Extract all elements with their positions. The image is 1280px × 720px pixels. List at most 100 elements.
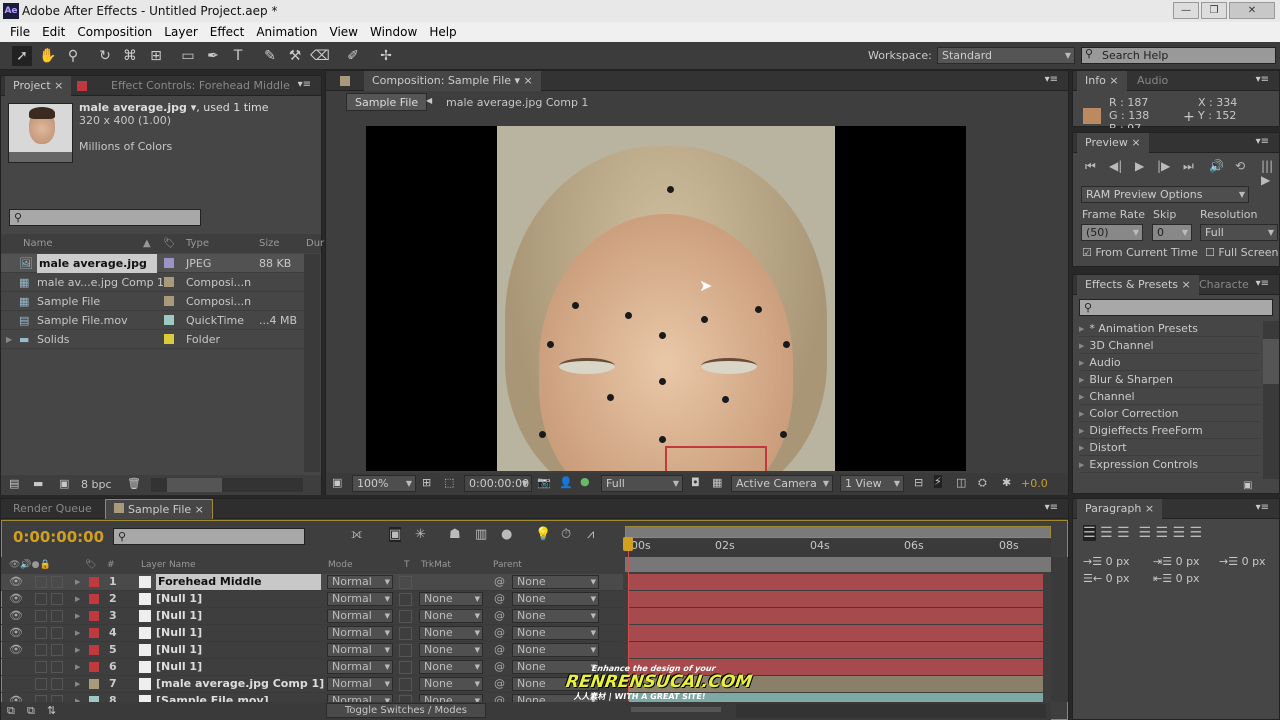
expand-arrow-icon[interactable]: ▶ (75, 608, 80, 624)
layer-duration-bar[interactable] (629, 625, 1043, 641)
last-frame-icon[interactable]: ⏭ (1183, 159, 1194, 174)
timeline-icon[interactable]: ◫ (956, 476, 966, 489)
layer-mode-select[interactable]: Normal (327, 626, 393, 640)
tab-preview[interactable]: Preview × (1077, 133, 1149, 153)
layer-label-color[interactable] (89, 679, 99, 689)
layer-mode-select[interactable]: Normal (327, 643, 393, 657)
layer-mode-select[interactable]: Normal (327, 592, 393, 606)
parent-select[interactable]: None (512, 643, 599, 657)
pen-tool-icon[interactable]: ✒ (203, 46, 223, 66)
panel-menu-icon[interactable]: ▾≡ (298, 79, 311, 90)
justify-all-icon[interactable]: ☰ (1190, 525, 1203, 541)
flowchart-icon[interactable]: ⛭ (978, 476, 987, 490)
camera-select[interactable]: Active Camera (731, 475, 833, 492)
menu-window[interactable]: Window (364, 22, 423, 42)
current-time-indicator[interactable] (623, 537, 633, 551)
preserve-transparency-switch[interactable] (399, 661, 412, 674)
effect-category[interactable]: 3D Channel (1079, 337, 1259, 354)
eye-icon[interactable]: 👁 (9, 574, 23, 590)
new-folder-icon[interactable]: ▬ (33, 477, 43, 490)
eye-icon[interactable]: 👁 (9, 642, 23, 658)
effect-category[interactable]: Color Correction (1079, 405, 1259, 422)
eraser-tool-icon[interactable]: ⌫ (310, 46, 330, 66)
effect-category[interactable]: Audio (1079, 354, 1259, 371)
solo-switch[interactable] (35, 610, 47, 622)
indent-first-line[interactable]: →☰ 0 px (1219, 555, 1266, 568)
tab-audio[interactable]: Audio (1129, 71, 1176, 91)
effect-category[interactable]: Channel (1079, 388, 1259, 405)
ram-preview-options-select[interactable]: RAM Preview Options (1081, 186, 1249, 203)
timeline-scrollbar[interactable] (1051, 557, 1068, 702)
layer-duration-bar[interactable] (629, 642, 1043, 658)
solo-switch[interactable] (35, 644, 47, 656)
column-mode[interactable]: Mode (328, 557, 353, 574)
magnification-select[interactable]: 100% (352, 475, 416, 492)
hand-tool-icon[interactable]: ✋ (38, 46, 58, 66)
menu-edit[interactable]: Edit (36, 22, 71, 42)
lock-switch[interactable] (51, 661, 63, 673)
panel-menu-icon[interactable]: ▾≡ (1256, 502, 1269, 513)
preserve-transparency-switch[interactable] (399, 593, 412, 606)
minimize-button[interactable]: — (1173, 2, 1199, 19)
eye-icon[interactable]: 👁 (9, 608, 23, 624)
layer-name[interactable]: Forehead Middle (156, 574, 321, 590)
search-help-input[interactable]: Search Help (1081, 47, 1276, 64)
menu-file[interactable]: File (4, 22, 36, 42)
audio-icon[interactable]: 🔊 (1209, 159, 1224, 173)
project-item[interactable]: ▤ Sample File.mov QuickTime ...4 MB (1, 311, 304, 330)
pick-whip-icon[interactable]: @ (494, 659, 505, 675)
label-color[interactable] (164, 258, 174, 268)
rectangle-tool-icon[interactable]: ▭ (178, 46, 198, 66)
layer-row[interactable]: 👁 ▶ 2 [Null 1] Normal None @ None (1, 591, 623, 608)
breadcrumb-comp[interactable]: male average.jpg Comp 1 (446, 96, 588, 109)
lock-switch[interactable] (51, 593, 63, 605)
column-trkmat[interactable]: TrkMat (421, 557, 451, 574)
parent-select[interactable]: None (512, 575, 599, 589)
track-matte-select[interactable]: None (419, 626, 483, 640)
tab-effects-presets[interactable]: Effects & Presets × (1077, 275, 1199, 295)
full-screen-checkbox[interactable]: ☐ Full Screen (1205, 246, 1278, 259)
layer-name[interactable]: [Null 1] (156, 608, 202, 624)
project-search-input[interactable]: ⚲ (9, 209, 201, 226)
lock-switch[interactable] (51, 678, 63, 690)
project-item[interactable]: ▶ ▬ Solids Folder (1, 330, 304, 349)
menu-animation[interactable]: Animation (250, 22, 323, 42)
layer-row[interactable]: ▶7[male average.jpg Comp 1]NormalNone@No… (1, 676, 623, 693)
tab-info[interactable]: Info × (1077, 71, 1127, 91)
effects-scrollbar[interactable] (1263, 321, 1279, 479)
indent-right[interactable]: ☰← 0 px (1083, 572, 1130, 585)
panel-menu-icon[interactable]: ▾≡ (1045, 74, 1058, 85)
graph-editor-icon[interactable]: ⩘ (587, 527, 594, 542)
channels-icon[interactable]: ● (580, 475, 590, 488)
align-left-icon[interactable]: ☰ (1083, 525, 1096, 541)
pick-whip-icon[interactable]: @ (494, 642, 505, 658)
preserve-transparency-switch[interactable] (399, 576, 412, 589)
delete-icon[interactable]: 🗑 (127, 477, 141, 490)
label-color[interactable] (164, 296, 174, 306)
auto-keyframe-icon[interactable]: ⏱ (561, 527, 571, 542)
composition-mini-flowchart-icon[interactable]: ⟗ (351, 527, 362, 542)
column-name[interactable]: Name (23, 234, 53, 253)
camera-tool-icon[interactable]: ⌘ (120, 46, 140, 66)
lock-switch[interactable] (51, 644, 63, 656)
layer-mode-select[interactable]: Normal (327, 575, 393, 589)
menu-composition[interactable]: Composition (71, 22, 158, 42)
puppet-tool-icon[interactable]: ✢ (376, 46, 396, 66)
interpret-footage-icon[interactable]: ▤ (9, 477, 19, 490)
layer-label-color[interactable] (89, 628, 99, 638)
grid-icon[interactable]: ⊞ (422, 476, 431, 489)
align-center-icon[interactable]: ☰ (1100, 525, 1113, 541)
column-duration[interactable]: Dur (306, 234, 324, 253)
panel-menu-icon[interactable]: ▾≡ (1256, 136, 1269, 147)
justify-center-icon[interactable]: ☰ (1156, 525, 1169, 541)
expand-arrow-icon[interactable]: ▶ (75, 625, 80, 641)
pick-whip-icon[interactable]: @ (494, 574, 505, 590)
current-time-display[interactable]: 0:00:00:00 (13, 528, 104, 546)
rotation-tool-icon[interactable]: ↻ (95, 46, 115, 66)
close-button[interactable]: ✕ (1229, 2, 1275, 19)
horizontal-scrollbar[interactable] (151, 478, 303, 492)
effects-search-input[interactable]: ⚲ (1079, 299, 1273, 316)
expand-switches-icon[interactable]: ⧉ (7, 704, 15, 718)
effect-category[interactable]: Digieffects FreeForm (1079, 422, 1259, 439)
solo-switch[interactable] (35, 661, 47, 673)
